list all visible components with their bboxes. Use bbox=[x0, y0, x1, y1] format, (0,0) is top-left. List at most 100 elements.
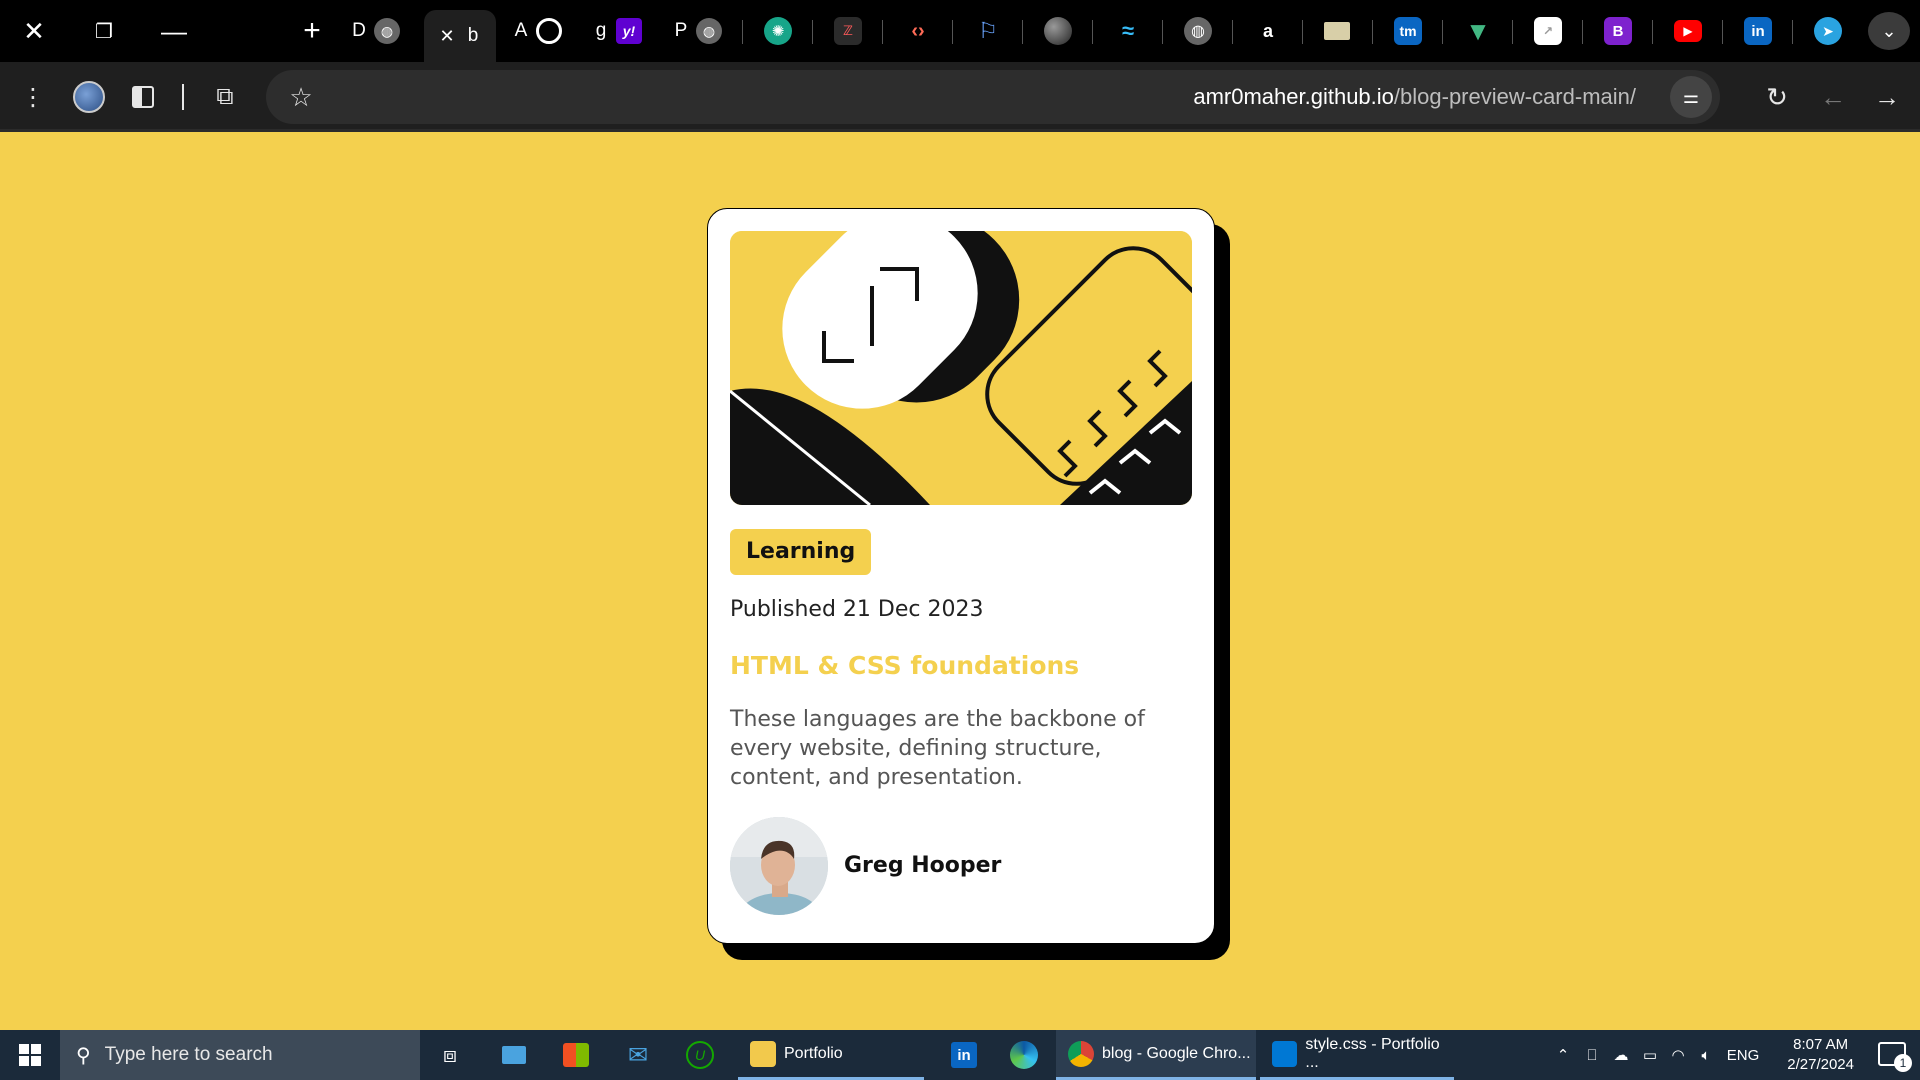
tab-separator bbox=[1302, 20, 1303, 44]
tab-separator bbox=[1442, 20, 1443, 44]
doc-icon[interactable]: ↗ bbox=[1534, 17, 1562, 45]
reload-icon[interactable]: ↻ bbox=[1756, 76, 1798, 118]
url-text[interactable]: amr0maher.github.io/blog-preview-card-ma… bbox=[1193, 84, 1636, 110]
published-date: Published 21 Dec 2023 bbox=[730, 597, 984, 622]
telegram-icon[interactable]: ➤ bbox=[1814, 17, 1842, 45]
system-tray: ⌃ ⎕ ☁ ▭ ◠ 🔈︎ ENG bbox=[1548, 1030, 1766, 1080]
task-view-icon[interactable]: ⧈ bbox=[430, 1030, 470, 1080]
file-transfer-icon[interactable] bbox=[494, 1030, 534, 1080]
menu-dots-icon[interactable]: ⋮ bbox=[12, 76, 54, 118]
battery-icon[interactable]: ▭ bbox=[1636, 1046, 1664, 1064]
code-icon[interactable]: ‹› bbox=[904, 17, 932, 45]
site-settings-icon[interactable]: ⚌ bbox=[1670, 76, 1712, 118]
tab-separator bbox=[1372, 20, 1373, 44]
extensions-icon[interactable]: ⧉ bbox=[204, 76, 246, 118]
windows-start-icon[interactable] bbox=[0, 1030, 60, 1080]
sidebar-icon[interactable] bbox=[122, 76, 164, 118]
chevron-up-icon[interactable]: ⌃ bbox=[1548, 1046, 1578, 1064]
tab-letter: D bbox=[352, 20, 366, 41]
tab-separator bbox=[1162, 20, 1163, 44]
notification-icon[interactable]: 1 bbox=[1878, 1042, 1912, 1072]
mail-icon[interactable] bbox=[1324, 22, 1350, 40]
tab-letter: b bbox=[467, 25, 479, 46]
toolbar-divider bbox=[182, 84, 184, 110]
globe-icon: ◍ bbox=[374, 18, 400, 44]
url-host: amr0maher.github.io bbox=[1193, 84, 1394, 109]
tailwind-icon[interactable]: ≈ bbox=[1114, 17, 1142, 45]
taskbar-app-portfolio[interactable]: Portfolio bbox=[738, 1030, 924, 1080]
notification-count: 1 bbox=[1894, 1054, 1912, 1072]
address-bar[interactable]: ☆ amr0maher.github.io/blog-preview-card-… bbox=[266, 70, 1720, 124]
vue-icon[interactable]: ▼ bbox=[1464, 16, 1492, 46]
close-window-icon[interactable]: ✕ bbox=[10, 10, 58, 52]
url-path: /blog-preview-card-main/ bbox=[1393, 84, 1636, 109]
category-badge: Learning bbox=[730, 529, 872, 575]
card-illustration bbox=[730, 231, 1192, 505]
article-title[interactable]: HTML & CSS foundations bbox=[730, 651, 1079, 680]
store-icon[interactable] bbox=[556, 1030, 596, 1080]
blog-preview-card: Learning Published 21 Dec 2023 HTML & CS… bbox=[707, 208, 1215, 944]
taskbar-search[interactable]: ⚲ Type here to search bbox=[60, 1030, 420, 1080]
tab-separator bbox=[1232, 20, 1233, 44]
tab-separator bbox=[952, 20, 953, 44]
cloud-icon[interactable]: ☁ bbox=[1606, 1046, 1636, 1064]
bookmark-star-icon[interactable]: ☆ bbox=[280, 76, 322, 118]
tab-3[interactable]: A bbox=[512, 10, 562, 52]
tab-letter: g bbox=[595, 20, 607, 41]
search-placeholder: Type here to search bbox=[104, 1044, 273, 1065]
volume-icon[interactable]: 🔈︎ bbox=[1692, 1047, 1720, 1064]
tab-separator bbox=[1792, 20, 1793, 44]
taskbar-app-label: blog - Google Chro... bbox=[1102, 1044, 1251, 1062]
chatgpt-icon[interactable]: ✺ bbox=[764, 17, 792, 45]
tab-1[interactable]: D ◍ bbox=[350, 10, 400, 52]
youtube-icon[interactable]: ▶ bbox=[1674, 20, 1702, 42]
device-icon[interactable]: ⎕ bbox=[1578, 1047, 1606, 1064]
tab-separator bbox=[742, 20, 743, 44]
edge-icon[interactable] bbox=[1004, 1030, 1044, 1080]
tm-icon[interactable]: tm bbox=[1394, 17, 1422, 45]
profile-avatar[interactable] bbox=[68, 76, 110, 118]
back-arrow-icon[interactable]: ← bbox=[1812, 76, 1854, 118]
restore-window-icon[interactable]: ❐ bbox=[80, 10, 128, 52]
tab-5[interactable]: P ◍ bbox=[672, 10, 722, 52]
new-tab-icon[interactable]: + bbox=[288, 10, 336, 52]
browser-tab-strip: ✕ ❐ — + D ◍ ✕ b A g y! P ◍ ✺ ℤ ‹› ⚐ ≈ ◍ … bbox=[0, 0, 1920, 62]
wifi-icon[interactable]: ◠ bbox=[1664, 1046, 1692, 1064]
tab-active[interactable]: ✕ b bbox=[424, 10, 496, 62]
linkedin-icon[interactable]: in bbox=[1744, 17, 1772, 45]
close-icon[interactable]: ✕ bbox=[438, 26, 456, 47]
minimize-window-icon[interactable]: — bbox=[150, 10, 198, 52]
clock-time: 8:07 AM bbox=[1793, 1036, 1849, 1053]
tab-separator bbox=[1022, 20, 1023, 44]
mail-icon[interactable]: ✉ bbox=[618, 1030, 658, 1080]
tab-4[interactable]: g y! bbox=[592, 10, 642, 52]
amazon-icon[interactable]: a bbox=[1254, 17, 1282, 45]
taskbar-clock[interactable]: 8:07 AM 2/27/2024 bbox=[1787, 1035, 1854, 1075]
taskbar-app-chrome[interactable]: blog - Google Chro... bbox=[1056, 1030, 1256, 1080]
linkedin-icon[interactable]: in bbox=[944, 1030, 984, 1080]
yahoo-icon: y! bbox=[616, 18, 642, 44]
taskbar-app-vscode[interactable]: style.css - Portfolio ... bbox=[1260, 1030, 1454, 1080]
sphere-icon[interactable] bbox=[1044, 17, 1072, 45]
chevron-down-icon[interactable]: ⌄ bbox=[1868, 12, 1910, 50]
article-description: These languages are the backbone of ever… bbox=[730, 707, 1145, 790]
tab-separator bbox=[1722, 20, 1723, 44]
tab-separator bbox=[882, 20, 883, 44]
upwork-icon[interactable]: U bbox=[680, 1030, 720, 1080]
globe-icon[interactable]: ◍ bbox=[1184, 17, 1212, 45]
tab-separator bbox=[1582, 20, 1583, 44]
flag-icon[interactable]: ⚐ bbox=[974, 17, 1002, 45]
windows-taskbar: ⚲ Type here to search ⧈ ✉ U Portfolio in… bbox=[0, 1030, 1920, 1080]
bootstrap-icon[interactable]: B bbox=[1604, 17, 1632, 45]
tab-separator bbox=[1512, 20, 1513, 44]
tab-separator bbox=[812, 20, 813, 44]
search-icon: ⚲ bbox=[76, 1044, 91, 1067]
author-name: Greg Hooper bbox=[844, 853, 1002, 878]
dev-icon[interactable]: ℤ bbox=[834, 17, 862, 45]
taskbar-app-label: style.css - Portfolio ... bbox=[1305, 1035, 1440, 1071]
language-indicator[interactable]: ENG bbox=[1720, 1047, 1766, 1064]
forward-arrow-icon[interactable]: → bbox=[1866, 76, 1908, 118]
chrome-icon bbox=[1068, 1040, 1094, 1067]
tab-letter: P bbox=[674, 20, 688, 41]
vscode-icon bbox=[1272, 1040, 1298, 1067]
